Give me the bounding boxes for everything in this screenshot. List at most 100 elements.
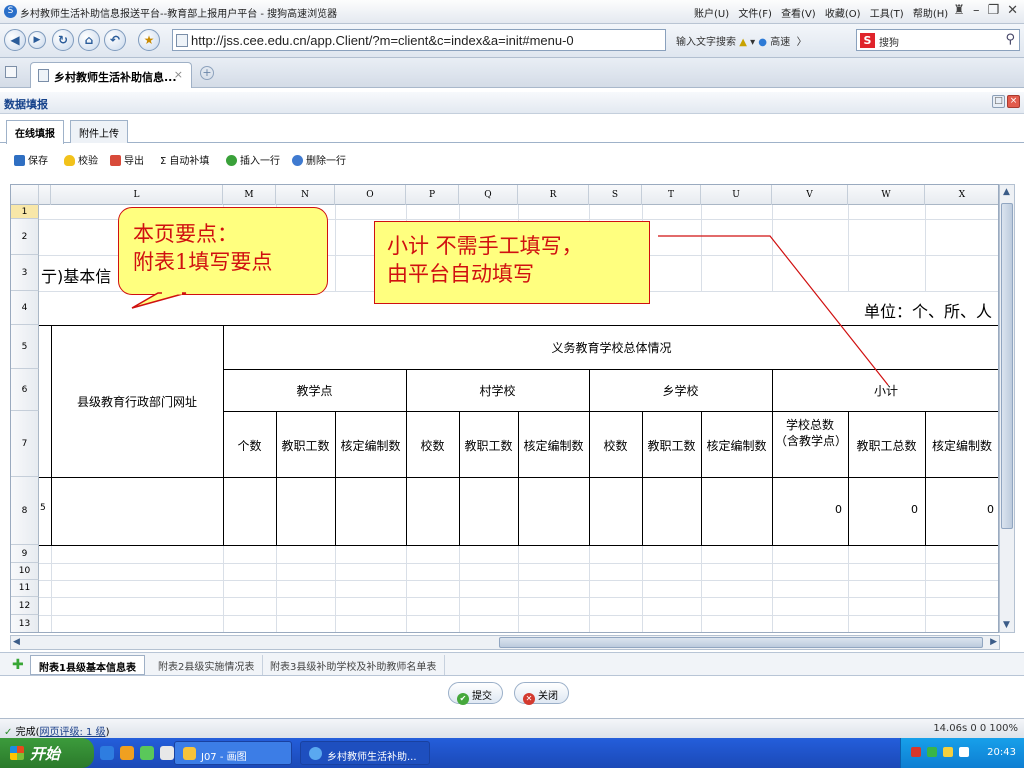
scroll-left-icon[interactable]: ◀	[13, 637, 20, 647]
tray-volume-icon[interactable]	[943, 747, 953, 757]
search-box[interactable]: S 搜狗 ⚲	[856, 29, 1020, 51]
column-header[interactable]: T	[642, 185, 701, 205]
column-header-k[interactable]	[39, 185, 51, 205]
column-label-cell[interactable]: 校数	[589, 437, 642, 454]
menu-tools[interactable]: 工具(T)	[870, 9, 904, 20]
row-header[interactable]: 5	[11, 325, 39, 369]
add-sheet-icon[interactable]: ✚	[12, 657, 24, 673]
row-header[interactable]: 9	[11, 545, 39, 563]
horizontal-scrollbar[interactable]: ◀ ▶	[10, 635, 1000, 650]
auto-fill-button[interactable]: Σ 自动补填	[160, 152, 209, 167]
tray-network-icon[interactable]	[927, 747, 937, 757]
taskbar-item-browser[interactable]: 乡村教师生活补助...	[300, 741, 430, 765]
dropdown-icon[interactable]: ▾	[750, 37, 755, 48]
column-header[interactable]: V	[772, 185, 848, 205]
column-label-cell[interactable]: 学校总数（含教学点）	[775, 417, 847, 449]
column-label-cell[interactable]: 教职工数	[642, 437, 701, 454]
search-icon[interactable]: ⚲	[1005, 32, 1015, 47]
row-header[interactable]: 8	[11, 477, 39, 545]
sheet-tab-3[interactable]: 附表3县级补助学校及补助教师名单表	[262, 655, 446, 675]
column-header[interactable]: O	[335, 185, 406, 205]
quicklaunch-browser-icon[interactable]	[160, 746, 174, 760]
column-header[interactable]: R	[518, 185, 589, 205]
tab-online-fill[interactable]: 在线填报	[6, 120, 64, 144]
tray-ime-icon[interactable]	[959, 747, 969, 757]
close-icon[interactable]: ✕	[1007, 3, 1018, 18]
save-button[interactable]: 保存	[14, 152, 48, 167]
speed-mode-icon[interactable]: ●	[758, 37, 767, 48]
row-header[interactable]: 3	[11, 255, 39, 291]
row-header[interactable]: 6	[11, 369, 39, 411]
column-label-cell[interactable]: 核定编制数	[518, 437, 589, 454]
subtotal-staff-count[interactable]: 0	[848, 503, 918, 516]
column-label-cell[interactable]: 核定编制数	[335, 437, 406, 454]
column-header[interactable]: U	[701, 185, 772, 205]
forward-icon[interactable]: ▶	[28, 31, 46, 49]
row-header[interactable]: 4	[11, 291, 39, 325]
left-header-cell[interactable]: 县级教育行政部门网址	[51, 393, 223, 410]
column-label-cell[interactable]: 校数	[406, 437, 459, 454]
close-button[interactable]: ✕ 关闭	[514, 682, 569, 705]
vertical-scroll-thumb[interactable]	[1001, 203, 1013, 529]
tab-menu-icon[interactable]	[5, 66, 17, 78]
column-header[interactable]: W	[848, 185, 925, 205]
browser-tab[interactable]: 乡村教师生活补助信息... ×	[30, 62, 192, 88]
speed-mode-label[interactable]: 高速	[770, 37, 790, 48]
row-header[interactable]: 12	[11, 597, 39, 615]
subtotal-quota-count[interactable]: 0	[925, 503, 994, 516]
column-header[interactable]: S	[589, 185, 642, 205]
column-header[interactable]: X	[925, 185, 998, 205]
row-header[interactable]: 1	[11, 205, 39, 219]
row-header[interactable]: 10	[11, 563, 39, 580]
subgroup-header[interactable]: 小计	[772, 382, 998, 399]
start-button[interactable]: 开始	[0, 738, 94, 768]
column-label-cell[interactable]: 核定编制数	[701, 437, 772, 454]
menu-view[interactable]: 查看(V)	[781, 9, 816, 20]
quicklaunch-desktop-icon[interactable]	[120, 746, 134, 760]
menu-favorites[interactable]: 收藏(O)	[825, 9, 861, 20]
minimize-icon[interactable]: –	[973, 3, 980, 18]
scroll-down-icon[interactable]: ▼	[1003, 620, 1010, 630]
taskbar-item-paint[interactable]: J07 - 画图	[174, 741, 292, 765]
chevron-right-icon[interactable]: 〉	[793, 37, 807, 48]
column-label-cell[interactable]: 核定编制数	[925, 437, 998, 454]
column-label-cell[interactable]: 教职工数	[276, 437, 335, 454]
scroll-up-icon[interactable]: ▲	[1003, 187, 1010, 197]
row-header[interactable]: 7	[11, 411, 39, 477]
subgroup-header[interactable]: 村学校	[406, 382, 589, 399]
column-header[interactable]: L	[51, 185, 223, 205]
column-header[interactable]: P	[406, 185, 459, 205]
quicklaunch-ie-icon[interactable]	[100, 746, 114, 760]
vertical-scrollbar[interactable]: ▲ ▼	[999, 184, 1015, 633]
skin-icon[interactable]: ♜	[953, 3, 965, 18]
sheet-tab-2[interactable]: 附表2县级实施情况表	[150, 655, 264, 675]
favorite-star-icon[interactable]: ★	[138, 29, 160, 51]
subtotal-school-count[interactable]: 0	[772, 503, 842, 516]
column-header[interactable]: Q	[459, 185, 518, 205]
tab-close-icon[interactable]: ×	[174, 68, 183, 81]
column-header[interactable]: M	[223, 185, 276, 205]
panel-maximize-icon[interactable]: □	[992, 95, 1005, 108]
column-label-cell[interactable]: 个数	[223, 437, 276, 454]
submit-button[interactable]: ✔ 提交	[448, 682, 503, 705]
back-icon[interactable]: ◀	[4, 29, 26, 51]
tab-attachment-upload[interactable]: 附件上传	[70, 120, 128, 143]
row-header[interactable]: 2	[11, 219, 39, 255]
subgroup-header[interactable]: 教学点	[223, 382, 406, 399]
corner-cell[interactable]	[11, 185, 39, 205]
row-header[interactable]: 13	[11, 615, 39, 632]
column-label-cell[interactable]: 教职工数	[459, 437, 518, 454]
refresh-icon[interactable]: ↻	[52, 29, 74, 51]
scroll-right-icon[interactable]: ▶	[990, 637, 997, 647]
tray-antivirus-icon[interactable]	[911, 747, 921, 757]
new-tab-icon[interactable]: +	[200, 66, 214, 80]
search-hint[interactable]: 输入文字搜索	[676, 37, 736, 48]
home-icon[interactable]: ⌂	[78, 29, 100, 51]
quicklaunch-media-icon[interactable]	[140, 746, 154, 760]
address-url[interactable]: http://jss.cee.edu.cn/app.Client/?m=clie…	[191, 33, 574, 48]
export-button[interactable]: 导出	[110, 152, 144, 167]
validate-button[interactable]: 校验	[64, 152, 98, 167]
horizontal-scroll-thumb[interactable]	[499, 637, 983, 648]
sheet-tab-1[interactable]: 附表1县级基本信息表	[30, 655, 145, 675]
column-header[interactable]: N	[276, 185, 335, 205]
